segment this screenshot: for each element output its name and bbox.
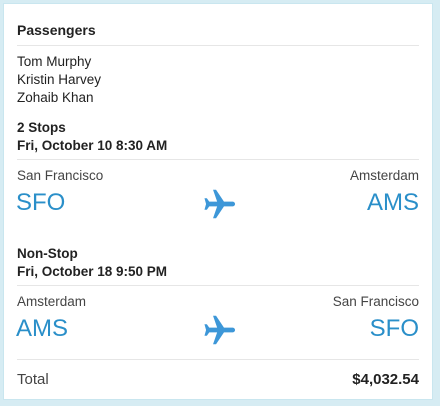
total-price: $4,032.54 (352, 371, 419, 388)
departure-city: San Francisco (17, 168, 104, 183)
arrival-city: San Francisco (332, 294, 419, 309)
airplane-icon (204, 315, 236, 345)
passengers-title: Passengers (17, 22, 96, 38)
flight-stops: 2 Stops (17, 120, 66, 135)
divider (17, 285, 419, 286)
departure-airport-code: AMS (16, 315, 69, 342)
flight-date: Fri, October 18 9:50 PM (17, 264, 168, 279)
flight-date: Fri, October 10 8:30 AM (17, 138, 168, 153)
arrival-city: Amsterdam (349, 168, 419, 183)
booking-summary-card: Passengers Tom Murphy Kristin Harvey Zoh… (3, 3, 433, 400)
total-label: Total (17, 371, 49, 388)
passenger-name: Zohaib Khan (17, 90, 94, 105)
passenger-name: Kristin Harvey (17, 72, 102, 87)
passenger-name: Tom Murphy (17, 54, 92, 69)
divider (17, 359, 419, 360)
airplane-icon (204, 189, 236, 219)
divider (17, 45, 419, 46)
arrival-airport-code: AMS (366, 189, 419, 216)
flight-stops: Non-Stop (17, 246, 78, 261)
departure-airport-code: SFO (16, 189, 66, 216)
divider (17, 159, 419, 160)
departure-city: Amsterdam (17, 294, 87, 309)
arrival-airport-code: SFO (369, 315, 419, 342)
